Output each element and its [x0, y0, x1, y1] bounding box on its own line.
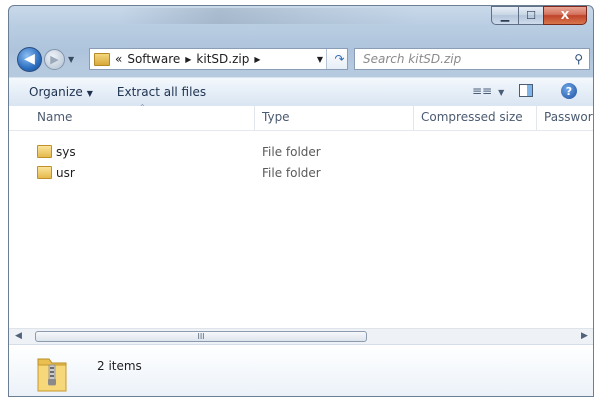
file-name: sys	[56, 145, 76, 159]
breadcrumb-separator-icon[interactable]: ▶	[185, 55, 191, 64]
help-icon[interactable]: ?	[561, 83, 577, 99]
scrollbar-thumb[interactable]: III	[35, 331, 367, 342]
item-count: 2 items	[97, 359, 142, 373]
chevron-down-icon: ▼	[86, 89, 93, 98]
close-button[interactable]: X	[543, 6, 587, 25]
extract-all-button[interactable]: Extract all files	[117, 85, 206, 99]
maximize-button[interactable]: ☐	[518, 6, 543, 25]
address-dropdown-icon[interactable]: ▼	[317, 55, 323, 64]
arrow-left-icon: ◀	[24, 51, 35, 67]
list-item[interactable]: sys File folder	[9, 143, 593, 163]
organize-button[interactable]: Organize ▼	[29, 85, 93, 99]
refresh-icon: ↷	[334, 52, 345, 66]
breadcrumb-software[interactable]: Software	[127, 52, 180, 66]
explorer-window: ▁ ☐ X ◀ ▶ ▼ « Software ▶ kitSD.zip ▶ ▼ ↷…	[8, 5, 594, 397]
file-type: File folder	[262, 145, 321, 159]
horizontal-scrollbar[interactable]: ◀ III ▶	[9, 328, 593, 345]
column-divider[interactable]	[536, 106, 537, 130]
file-name: usr	[56, 166, 75, 180]
details-pane: 2 items	[9, 344, 593, 396]
zip-folder-icon	[94, 52, 110, 66]
column-password[interactable]: Password	[544, 110, 593, 124]
address-bar[interactable]: « Software ▶ kitSD.zip ▶ ▼ ↷	[89, 48, 348, 70]
column-divider[interactable]	[413, 106, 414, 130]
change-view-button[interactable]: ≡≡ ▼	[472, 84, 504, 98]
search-icon[interactable]: ⚲	[574, 52, 583, 66]
forward-button[interactable]: ▶	[44, 48, 65, 70]
view-list-icon: ≡≡	[472, 84, 493, 98]
window-controls: ▁ ☐ X	[491, 6, 587, 26]
breadcrumb-kitsd-zip[interactable]: kitSD.zip	[196, 52, 249, 66]
column-divider[interactable]	[254, 106, 255, 130]
command-bar: Organize ▼ Extract all files ≡≡ ▼ ?	[9, 77, 593, 106]
title-bar	[119, 8, 419, 24]
back-button[interactable]: ◀	[17, 46, 42, 72]
scroll-left-icon[interactable]: ◀	[15, 331, 22, 341]
refresh-button[interactable]: ↷	[326, 49, 347, 69]
file-type: File folder	[262, 166, 321, 180]
preview-pane-icon[interactable]	[519, 84, 533, 97]
column-compressed-size[interactable]: Compressed size	[421, 110, 523, 124]
chevron-down-icon: ▼	[498, 88, 505, 97]
breadcrumb-overflow[interactable]: «	[115, 52, 122, 66]
scroll-right-icon[interactable]: ▶	[581, 331, 588, 341]
arrow-right-icon: ▶	[50, 52, 59, 66]
breadcrumb-separator-icon[interactable]: ▶	[254, 55, 260, 64]
folder-icon	[37, 145, 52, 158]
recent-pages-dropdown[interactable]: ▼	[68, 55, 74, 64]
search-input[interactable]: Search kitSD.zip	[363, 52, 461, 66]
search-box[interactable]: Search kitSD.zip ⚲	[354, 48, 590, 70]
file-list: ⌃ Name Type Compressed size Password sys…	[9, 103, 593, 328]
folder-icon	[37, 166, 52, 179]
organize-label: Organize	[29, 85, 83, 99]
column-name[interactable]: Name	[37, 110, 72, 124]
sort-indicator-icon: ⌃	[139, 103, 146, 112]
column-header: ⌃ Name Type Compressed size Password	[9, 103, 593, 131]
navigation-buttons: ◀ ▶ ▼	[17, 46, 74, 72]
list-item[interactable]: usr File folder	[9, 164, 593, 184]
column-type[interactable]: Type	[262, 110, 290, 124]
zip-folder-icon	[37, 358, 67, 392]
minimize-button[interactable]: ▁	[491, 6, 518, 25]
